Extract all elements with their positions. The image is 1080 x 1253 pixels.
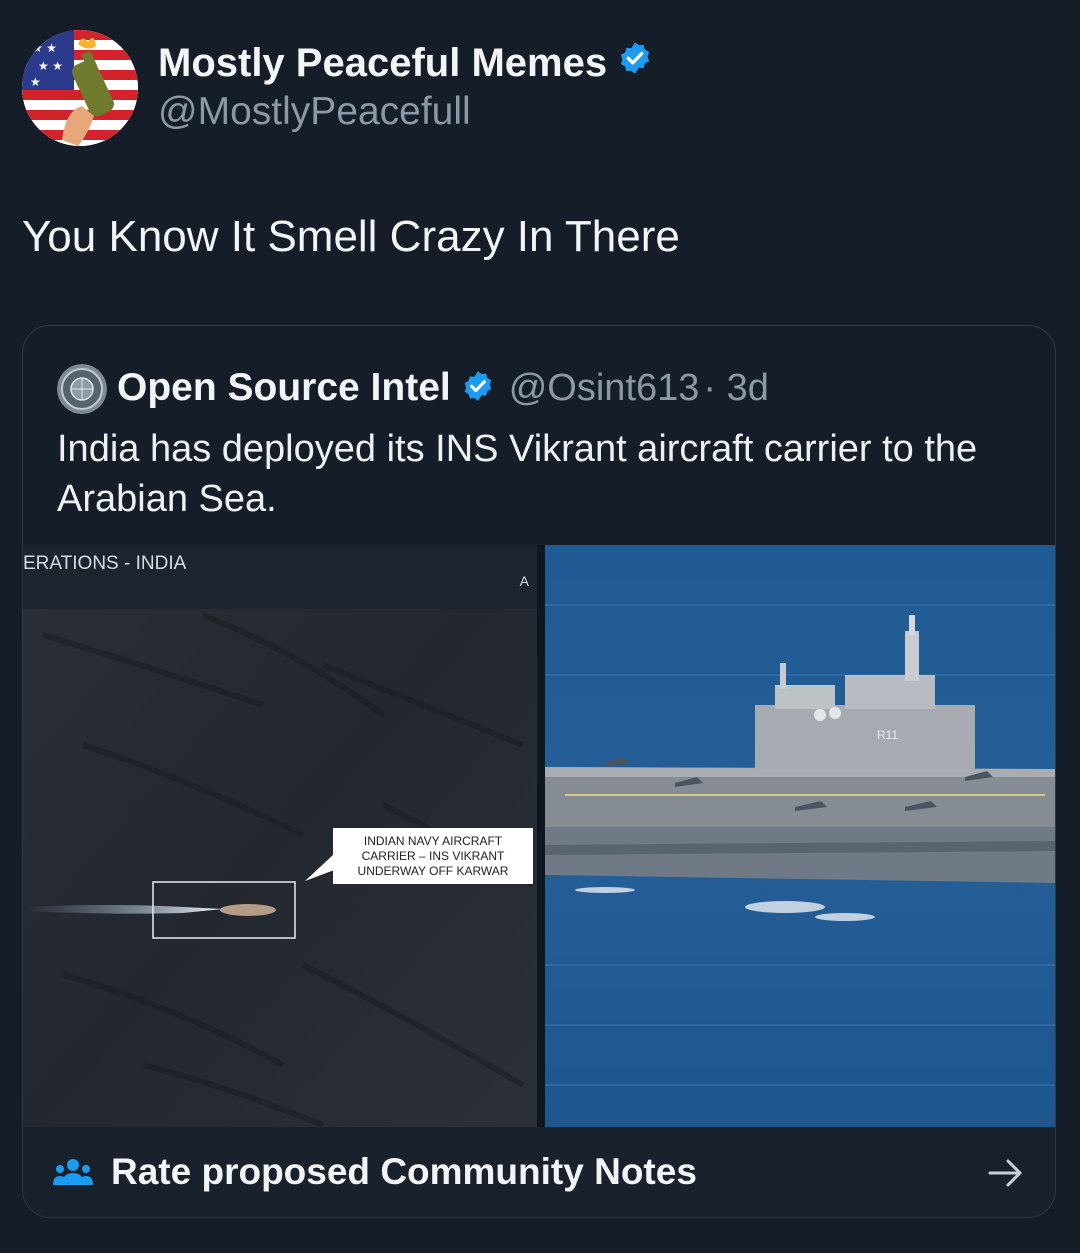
quoted-author-avatar[interactable]	[57, 364, 107, 414]
svg-text:★ ★: ★ ★	[32, 41, 57, 55]
author-handle[interactable]: @MostlyPeacefull	[158, 90, 471, 134]
aircraft-carrier-photo: R11	[545, 545, 1055, 1127]
people-icon	[53, 1157, 93, 1196]
satellite-header-text: ERATIONS - INDIA	[23, 553, 187, 574]
author-avatar[interactable]: ★ ★ ★ ★ ★	[22, 30, 138, 146]
quoted-author-name[interactable]: Open Source Intel	[117, 366, 451, 410]
callout-line-2: CARRIER – INS VIKRANT	[361, 848, 505, 863]
author-name-text: Mostly Peaceful Memes	[158, 40, 608, 85]
flag-molotov-avatar-icon: ★ ★ ★ ★ ★	[22, 30, 138, 146]
quoted-tweet-card[interactable]: Open Source Intel @Osint613 · 3d India h…	[22, 325, 1056, 1218]
svg-text:★ ★: ★ ★	[38, 59, 63, 73]
quoted-tweet-time[interactable]: · 3d	[703, 367, 768, 410]
callout-pointer	[305, 855, 337, 881]
quoted-author-handle[interactable]: @Osint613	[509, 367, 700, 410]
satellite-header-bar: ERATIONS - INDIA A	[23, 545, 537, 609]
callout-line-1: INDIAN NAVY AIRCRAFT	[363, 833, 503, 848]
satellite-callout-label: INDIAN NAVY AIRCRAFT CARRIER – INS VIKRA…	[333, 828, 533, 884]
quoted-tweet-media[interactable]: ERATIONS - INDIA A INDIAN NAVY AIRCRAFT …	[23, 545, 1055, 1127]
quoted-tweet-header: Open Source Intel @Osint613 · 3d	[117, 362, 769, 414]
quoted-tweet-text: India has deployed its INS Vikrant aircr…	[57, 428, 978, 520]
carrier-photo[interactable]: R11	[545, 545, 1055, 1127]
satellite-corner-letter: A	[519, 573, 529, 589]
svg-text:★: ★	[30, 75, 41, 89]
tweet-text: You Know It Smell Crazy In There	[22, 212, 680, 261]
callout-line-3: UNDERWAY OFF KARWAR	[357, 863, 509, 878]
arrow-right-icon[interactable]	[988, 1157, 1024, 1194]
satellite-image[interactable]: ERATIONS - INDIA A INDIAN NAVY AIRCRAFT …	[23, 545, 537, 1127]
community-notes-bar[interactable]: Rate proposed Community Notes	[23, 1127, 1055, 1217]
globe-seal-avatar-icon	[57, 364, 107, 414]
quoted-verified-badge-icon[interactable]	[461, 369, 495, 408]
svg-text:R11: R11	[877, 728, 898, 742]
community-notes-label[interactable]: Rate proposed Community Notes	[111, 1151, 697, 1193]
ship-wake-mark	[23, 881, 296, 939]
verified-badge-icon[interactable]	[617, 40, 653, 86]
author-display-name[interactable]: Mostly Peaceful Memes	[158, 40, 653, 86]
